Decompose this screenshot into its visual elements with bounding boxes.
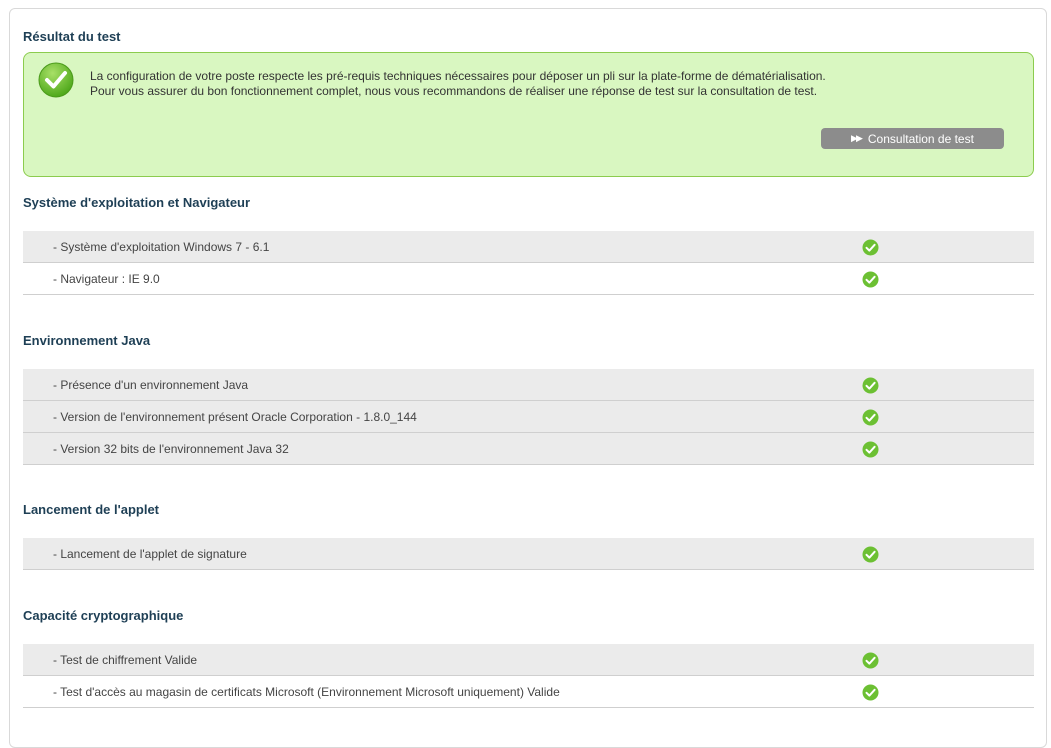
table-row: - Version 32 bits de l'environnement Jav… [23, 433, 1034, 465]
table-row: - Test d'accès au magasin de certificats… [23, 676, 1034, 708]
row-label: - Système d'exploitation Windows 7 - 6.1 [53, 239, 270, 254]
check-icon [862, 652, 879, 669]
check-icon [862, 239, 879, 256]
section-title-crypto: Capacité cryptographique [23, 608, 184, 623]
consultation-test-button-label: Consultation de test [867, 131, 974, 146]
table-row: - Test de chiffrement Valide [23, 644, 1034, 676]
table-row: - Lancement de l'applet de signature [23, 538, 1034, 570]
check-icon [862, 271, 879, 288]
row-label: - Présence d'un environnement Java [53, 377, 249, 392]
check-icon [862, 409, 879, 426]
result-success-box: La configuration de votre poste respecte… [23, 52, 1034, 177]
table-row: - Navigateur : IE 9.0 [23, 263, 1034, 295]
result-message: La configuration de votre poste respecte… [90, 69, 1020, 99]
table-row: - Version de l'environnement présent Ora… [23, 401, 1034, 433]
check-icon [862, 684, 879, 701]
table-row: - Présence d'un environnement Java [23, 369, 1034, 401]
section-title-os-browser: Système d'exploitation et Navigateur [23, 195, 251, 210]
success-check-icon [38, 62, 74, 98]
row-label: - Test d'accès au magasin de certificats… [53, 684, 560, 699]
double-chevron-right-icon: ▶▶ [851, 133, 863, 143]
section-rows-crypto: - Test de chiffrement Valide - Test d'ac… [23, 644, 1034, 708]
result-message-line2: Pour vous assurer du bon fonctionnement … [90, 84, 818, 98]
section-title-java: Environnement Java [23, 333, 151, 348]
check-icon [862, 377, 879, 394]
row-label: - Lancement de l'applet de signature [53, 546, 247, 561]
check-icon [862, 546, 879, 563]
section-rows-os-browser: - Système d'exploitation Windows 7 - 6.1… [23, 231, 1034, 295]
table-row: - Système d'exploitation Windows 7 - 6.1 [23, 231, 1034, 263]
row-label: - Version 32 bits de l'environnement Jav… [53, 441, 289, 456]
result-title: Résultat du test [23, 29, 121, 44]
consultation-test-button[interactable]: ▶▶ Consultation de test [821, 128, 1004, 149]
section-rows-applet: - Lancement de l'applet de signature [23, 538, 1034, 570]
section-rows-java: - Présence d'un environnement Java - Ver… [23, 369, 1034, 465]
section-title-applet: Lancement de l'applet [23, 502, 160, 517]
result-message-line1: La configuration de votre poste respecte… [90, 69, 826, 83]
check-icon [862, 441, 879, 458]
row-label: - Test de chiffrement Valide [53, 652, 198, 667]
row-label: - Navigateur : IE 9.0 [53, 271, 160, 286]
row-label: - Version de l'environnement présent Ora… [53, 409, 417, 424]
